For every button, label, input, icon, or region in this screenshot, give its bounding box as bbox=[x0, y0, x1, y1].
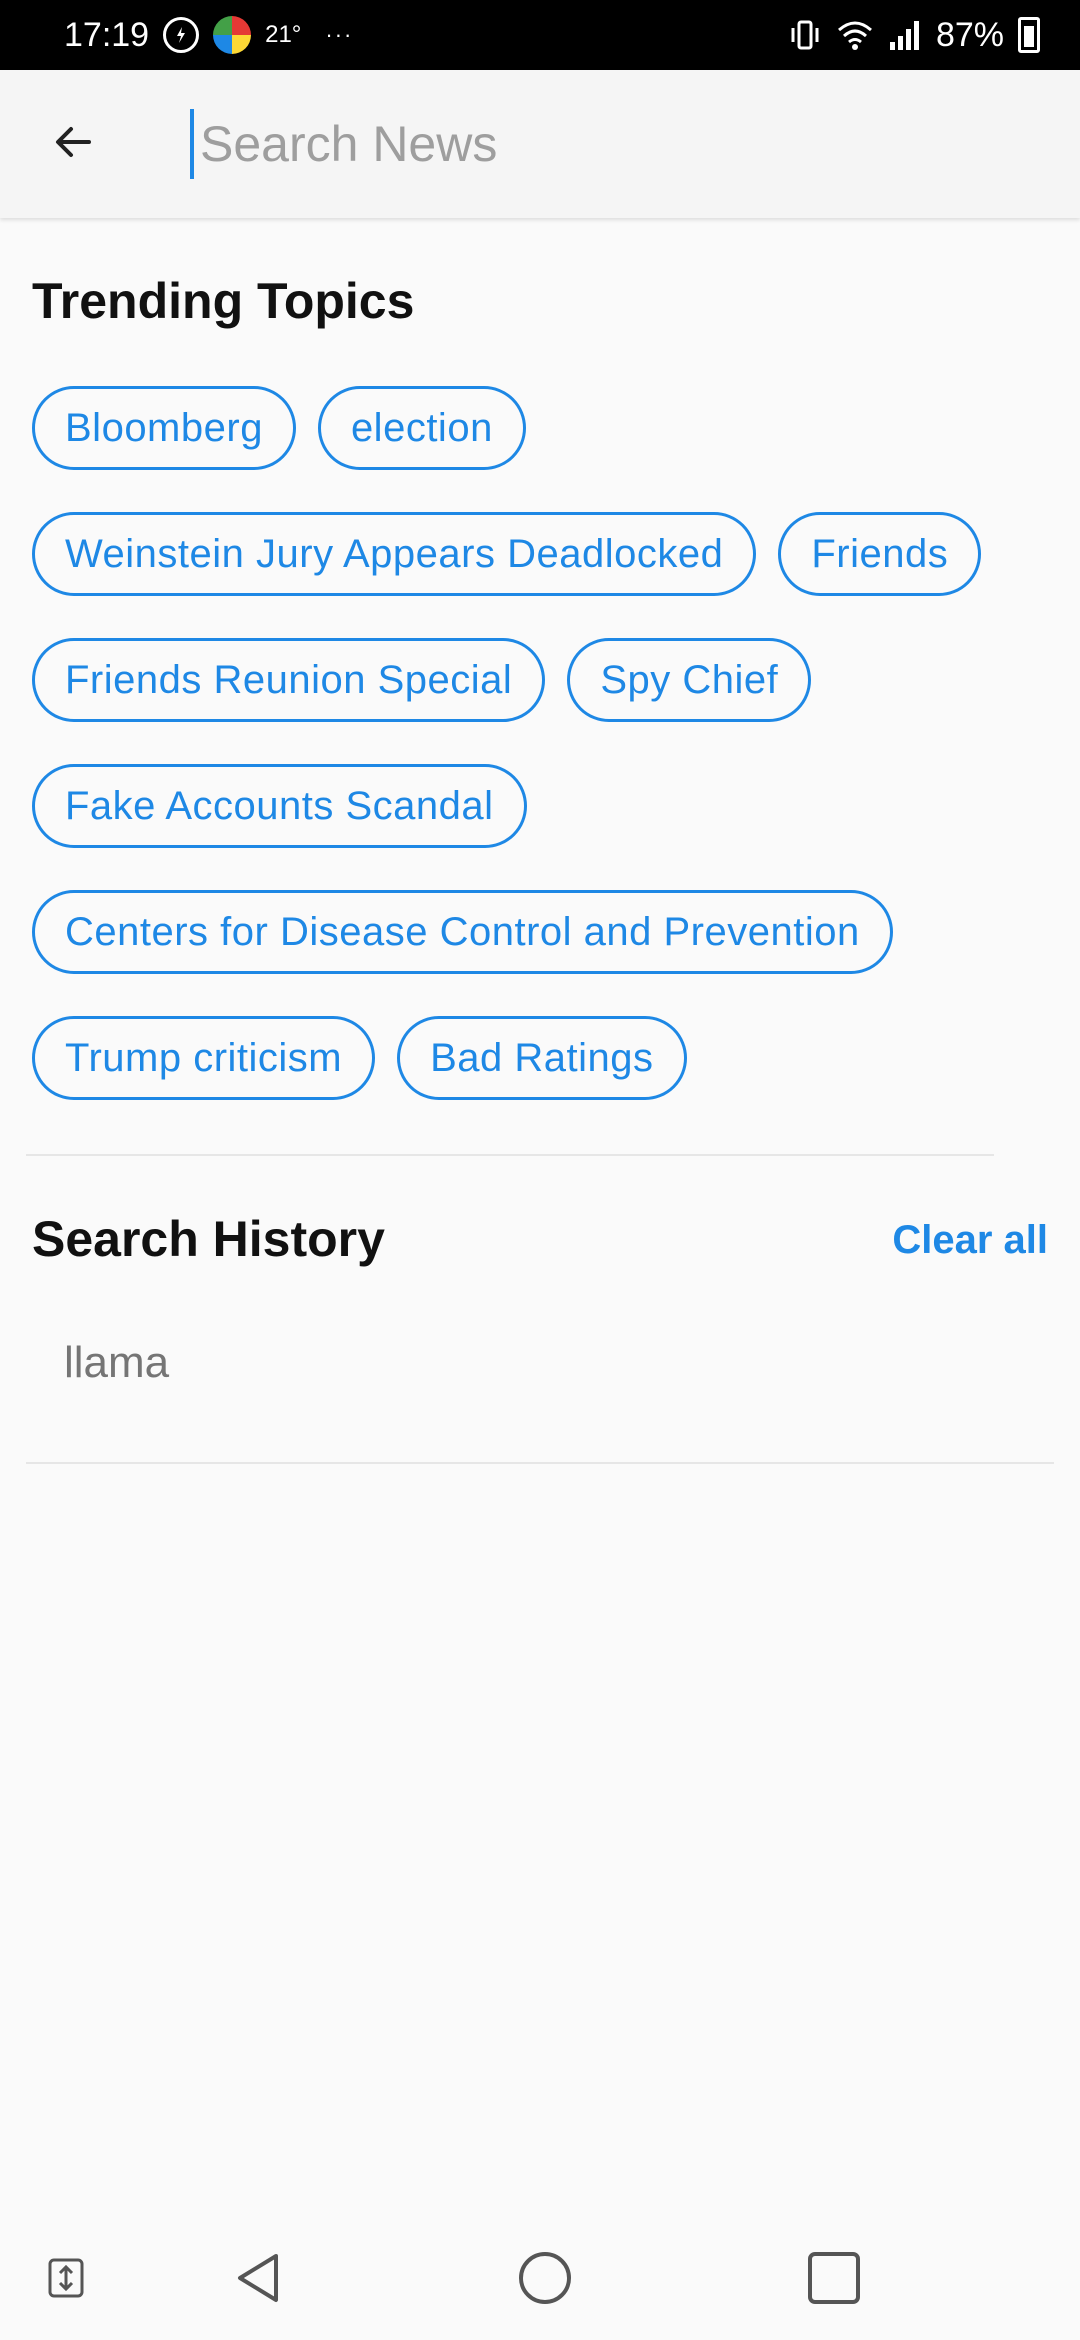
search-history-title: Search History bbox=[32, 1211, 385, 1267]
back-button[interactable] bbox=[28, 99, 118, 189]
topic-chip[interactable]: Weinstein Jury Appears Deadlocked bbox=[32, 512, 757, 596]
more-notifications: ··· bbox=[325, 22, 354, 47]
topic-chip[interactable]: Bloomberg bbox=[32, 386, 296, 470]
data-saver-icon bbox=[163, 17, 200, 53]
status-bar: 17:19 21° ··· 87% bbox=[0, 0, 1080, 70]
topic-chip[interactable]: Friends bbox=[778, 512, 982, 596]
topic-chip[interactable]: Centers for Disease Control and Preventi… bbox=[32, 890, 893, 974]
trending-topics-title: Trending Topics bbox=[32, 273, 415, 329]
back-triangle-icon bbox=[230, 2250, 286, 2311]
trending-topic-chips: Bloomberg election Weinstein Jury Appear… bbox=[32, 386, 1052, 1100]
topic-chip[interactable]: Spy Chief bbox=[567, 638, 812, 722]
nav-home-button[interactable] bbox=[515, 2250, 575, 2310]
vibrate-icon bbox=[788, 18, 822, 52]
home-circle-icon bbox=[517, 2250, 573, 2311]
clock: 17:19 bbox=[64, 15, 150, 54]
search-field bbox=[190, 109, 1080, 179]
wifi-icon bbox=[836, 18, 874, 52]
weather-icon bbox=[213, 16, 252, 54]
topic-chip[interactable]: Friends Reunion Special bbox=[32, 638, 546, 722]
topic-chip[interactable]: Trump criticism bbox=[32, 1016, 376, 1100]
nav-recents-button[interactable] bbox=[804, 2250, 864, 2310]
battery-charging-icon bbox=[1018, 17, 1040, 53]
recents-square-icon bbox=[806, 2250, 862, 2311]
clear-all-button[interactable]: Clear all bbox=[892, 1218, 1048, 1263]
screen-switch-icon bbox=[46, 2256, 86, 2305]
temperature: 21° bbox=[265, 21, 302, 48]
nav-back-button[interactable] bbox=[228, 2250, 288, 2310]
history-divider bbox=[26, 1462, 1054, 1464]
battery-percent: 87% bbox=[935, 15, 1004, 54]
signal-icon bbox=[888, 18, 922, 52]
screen-switch-button[interactable] bbox=[36, 2250, 96, 2310]
section-divider bbox=[26, 1154, 994, 1156]
history-item[interactable]: llama bbox=[64, 1338, 169, 1388]
search-app-bar bbox=[0, 70, 1080, 218]
arrow-back-icon bbox=[49, 118, 97, 171]
topic-chip[interactable]: Bad Ratings bbox=[397, 1016, 687, 1100]
topic-chip[interactable]: election bbox=[317, 386, 526, 470]
topic-chip[interactable]: Fake Accounts Scandal bbox=[32, 764, 527, 848]
search-input[interactable] bbox=[198, 114, 998, 174]
system-nav-bar bbox=[0, 2220, 1080, 2340]
